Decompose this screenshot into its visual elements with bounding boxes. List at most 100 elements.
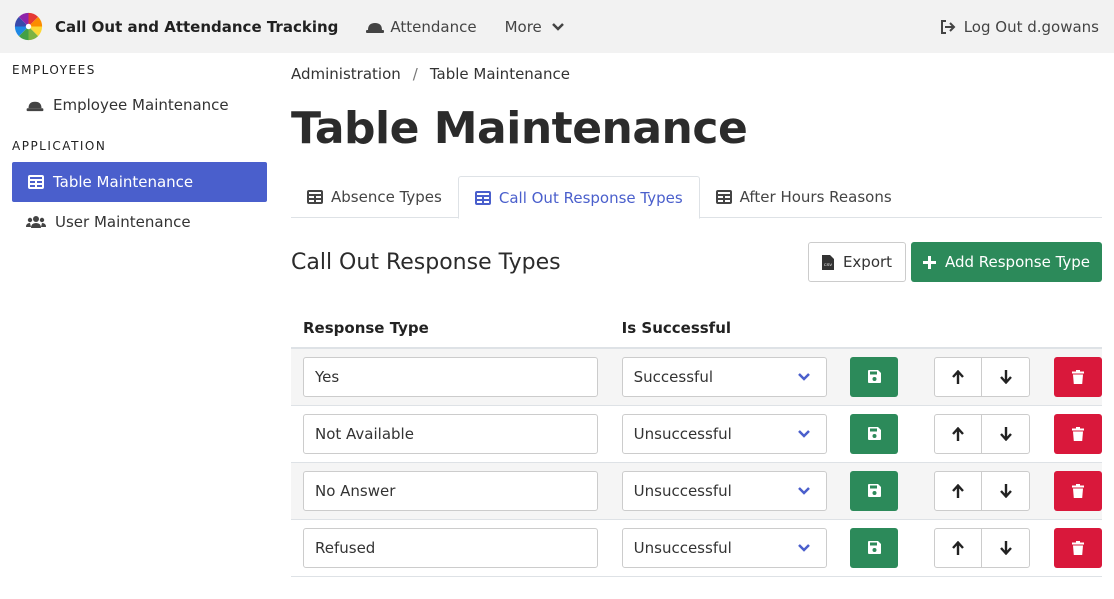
move-down-button[interactable] xyxy=(982,415,1029,453)
main-content: Administration / Table Maintenance Table… xyxy=(291,53,1102,577)
response-type-value: Not Available xyxy=(315,424,414,443)
app-title: Call Out and Attendance Tracking xyxy=(55,17,339,36)
chevron-down-icon xyxy=(797,486,810,495)
is-successful-select[interactable]: Unsuccessful xyxy=(621,527,827,568)
app-logo-icon xyxy=(14,12,43,41)
is-successful-select[interactable]: Unsuccessful xyxy=(621,470,827,511)
sidebar-item-label: Employee Maintenance xyxy=(53,96,229,114)
response-types-table: Response Type Is Successful Yes Successf… xyxy=(291,308,1102,577)
sidebar-item-label: User Maintenance xyxy=(55,213,191,231)
tab-label: After Hours Reasons xyxy=(739,188,892,206)
sidebar-heading-application: APPLICATION xyxy=(12,139,107,153)
move-up-button[interactable] xyxy=(935,471,983,510)
tab-label: Absence Types xyxy=(331,188,442,206)
table-row: Yes Successful xyxy=(291,348,1102,406)
csv-file-icon: CSV xyxy=(821,254,834,270)
is-successful-value: Successful xyxy=(633,367,713,386)
nav-attendance-label: Attendance xyxy=(390,17,477,36)
move-down-button[interactable] xyxy=(982,358,1029,396)
save-button[interactable] xyxy=(850,413,899,454)
save-button[interactable] xyxy=(850,356,899,397)
trash-icon xyxy=(1072,540,1084,555)
trash-icon xyxy=(1072,426,1084,441)
sign-out-icon xyxy=(940,19,956,34)
sidebar-item-label: Table Maintenance xyxy=(53,173,194,191)
table-row: Not Available Unsuccessful xyxy=(291,405,1102,463)
arrow-down-icon xyxy=(999,369,1012,384)
save-button[interactable] xyxy=(850,527,899,568)
tab-after-hours-reasons[interactable]: After Hours Reasons xyxy=(700,176,908,218)
response-type-input[interactable]: Yes xyxy=(303,356,598,397)
table-icon xyxy=(307,190,323,204)
response-type-value: Yes xyxy=(315,367,340,386)
tab-label: Call Out Response Types xyxy=(498,188,683,207)
page-title: Table Maintenance xyxy=(291,103,748,154)
trash-icon xyxy=(1072,369,1084,384)
section-header: Call Out Response Types CSV Export Add R… xyxy=(291,241,1102,283)
move-down-button[interactable] xyxy=(982,472,1029,510)
column-header-response-type: Response Type xyxy=(291,308,610,349)
breadcrumb-separator: / xyxy=(412,65,418,83)
nav-more-label: More xyxy=(504,17,542,36)
is-successful-value: Unsuccessful xyxy=(633,481,732,500)
breadcrumb-administration[interactable]: Administration xyxy=(291,65,401,83)
delete-button[interactable] xyxy=(1054,470,1102,511)
save-button[interactable] xyxy=(850,470,899,511)
response-type-value: Refused xyxy=(315,538,376,557)
delete-button[interactable] xyxy=(1054,356,1102,397)
arrow-up-icon xyxy=(952,426,965,441)
logout-label: Log Out d.gowans xyxy=(963,17,1099,36)
hard-hat-icon xyxy=(366,22,385,33)
save-icon xyxy=(867,370,881,384)
is-successful-select[interactable]: Successful xyxy=(621,356,827,397)
is-successful-select[interactable]: Unsuccessful xyxy=(621,413,827,454)
response-type-input[interactable]: No Answer xyxy=(303,470,598,511)
breadcrumb: Administration / Table Maintenance xyxy=(291,65,1102,83)
response-type-input[interactable]: Refused xyxy=(303,527,598,568)
arrow-down-icon xyxy=(999,540,1012,555)
response-type-value: No Answer xyxy=(315,481,396,500)
table-icon xyxy=(715,190,732,204)
sidebar-item-employee-maintenance[interactable]: Employee Maintenance xyxy=(12,85,267,125)
is-successful-value: Unsuccessful xyxy=(633,538,732,557)
response-type-input[interactable]: Not Available xyxy=(303,413,598,454)
section-title: Call Out Response Types xyxy=(291,249,561,275)
trash-icon xyxy=(1072,483,1084,498)
delete-button[interactable] xyxy=(1054,413,1102,454)
table-icon xyxy=(28,175,44,189)
move-down-button[interactable] xyxy=(982,529,1029,567)
move-up-button[interactable] xyxy=(935,528,983,567)
sidebar-heading-employees: EMPLOYEES xyxy=(12,63,96,77)
table-row: No Answer Unsuccessful xyxy=(291,462,1102,520)
arrow-down-icon xyxy=(999,426,1012,441)
breadcrumb-current: Table Maintenance xyxy=(429,65,570,83)
move-up-button[interactable] xyxy=(935,414,983,453)
export-button[interactable]: CSV Export xyxy=(808,242,906,282)
arrow-up-icon xyxy=(952,369,965,384)
top-navbar: Call Out and Attendance Tracking Attenda… xyxy=(0,0,1114,53)
users-icon xyxy=(26,216,46,228)
reorder-buttons xyxy=(933,356,1030,397)
export-label: Export xyxy=(842,253,893,271)
arrow-up-icon xyxy=(952,483,965,498)
brand[interactable]: Call Out and Attendance Tracking xyxy=(14,12,338,41)
chevron-down-icon xyxy=(797,543,810,552)
logout-link[interactable]: Log Out d.gowans xyxy=(940,0,1099,53)
delete-button[interactable] xyxy=(1054,527,1102,568)
sidebar-item-table-maintenance[interactable]: Table Maintenance xyxy=(12,162,267,202)
nav-attendance[interactable]: Attendance xyxy=(366,17,477,36)
reorder-buttons xyxy=(933,413,1030,454)
tab-call-out-response-types[interactable]: Call Out Response Types xyxy=(457,176,700,219)
move-up-button[interactable] xyxy=(935,357,983,396)
chevron-down-icon xyxy=(797,429,810,438)
arrow-up-icon xyxy=(952,540,965,555)
tab-absence-types[interactable]: Absence Types xyxy=(291,176,458,218)
nav-more-dropdown[interactable]: More xyxy=(505,18,570,36)
sidebar-item-user-maintenance[interactable]: User Maintenance xyxy=(12,202,267,242)
reorder-buttons xyxy=(933,527,1030,568)
add-response-type-button[interactable]: Add Response Type xyxy=(911,242,1102,282)
arrow-down-icon xyxy=(999,483,1012,498)
is-successful-value: Unsuccessful xyxy=(633,424,732,443)
save-icon xyxy=(867,541,881,554)
plus-icon xyxy=(922,255,936,269)
